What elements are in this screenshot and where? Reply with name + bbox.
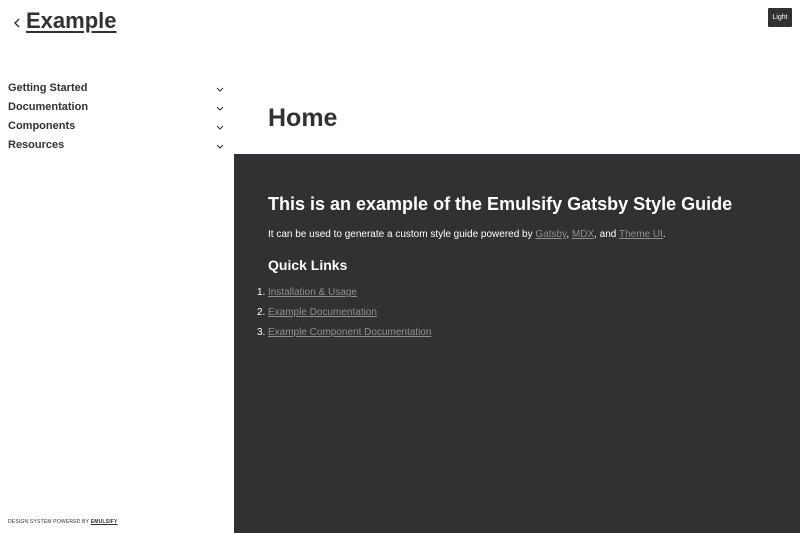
site-title-link[interactable]: Example: [26, 8, 117, 34]
list-number: 3.: [257, 327, 266, 338]
intro-suffix: .: [662, 229, 666, 240]
sidebar-footer: DESIGN SYSTEM POWERED BY EMULSIFY: [8, 519, 118, 525]
quick-links-heading: Quick Links: [268, 257, 348, 273]
sidebar-item-label: Components: [8, 119, 76, 132]
sidebar-item-getting-started[interactable]: Getting Started: [0, 78, 234, 97]
sidebar-item-documentation[interactable]: Documentation: [0, 97, 234, 116]
sidebar-item-components[interactable]: Components: [0, 116, 234, 135]
chevron-left-icon[interactable]: [10, 14, 24, 32]
quick-link-component-documentation[interactable]: Example Component Documentation: [268, 327, 431, 338]
intro-separator: , and: [594, 229, 619, 240]
list-item: 1. Installation & Usage: [257, 287, 431, 307]
chevron-down-icon[interactable]: [215, 123, 224, 132]
quick-link-installation[interactable]: Installation & Usage: [268, 287, 357, 298]
color-mode-button[interactable]: Light: [768, 8, 792, 27]
list-item: 3. Example Component Documentation: [257, 327, 431, 347]
sidebar-item-label: Documentation: [8, 100, 89, 113]
mdx-link[interactable]: MDX: [572, 229, 594, 240]
sidebar-item-resources[interactable]: Resources: [0, 135, 234, 154]
top-bar: Example Light: [0, 0, 800, 48]
chevron-down-icon[interactable]: [215, 142, 224, 151]
list-item: 2. Example Documentation: [257, 307, 431, 327]
page-title: Home: [268, 104, 338, 132]
sidebar-nav: Getting Started Documentation Components…: [0, 78, 234, 154]
sidebar-item-label: Resources: [8, 138, 65, 151]
emulsify-link[interactable]: EMULSIFY: [91, 519, 118, 525]
theme-ui-link[interactable]: Theme UI: [619, 229, 663, 240]
content-panel: This is an example of the Emulsify Gatsb…: [234, 154, 800, 533]
intro-paragraph: It can be used to generate a custom styl…: [268, 229, 666, 240]
sidebar-item-label: Getting Started: [8, 81, 88, 94]
quick-link-example-documentation[interactable]: Example Documentation: [268, 307, 377, 318]
list-number: 1.: [257, 287, 266, 298]
gatsby-link[interactable]: Gatsby: [535, 229, 566, 240]
page-header: Home: [234, 48, 800, 154]
content-heading: This is an example of the Emulsify Gatsb…: [268, 194, 733, 214]
quick-links-list: 1. Installation & Usage 2. Example Docum…: [257, 287, 431, 347]
list-number: 2.: [257, 307, 266, 318]
chevron-down-icon[interactable]: [215, 104, 224, 113]
chevron-down-icon[interactable]: [215, 85, 224, 94]
intro-text: It can be used to generate a custom styl…: [268, 229, 536, 240]
footer-text: DESIGN SYSTEM POWERED BY: [8, 519, 90, 525]
